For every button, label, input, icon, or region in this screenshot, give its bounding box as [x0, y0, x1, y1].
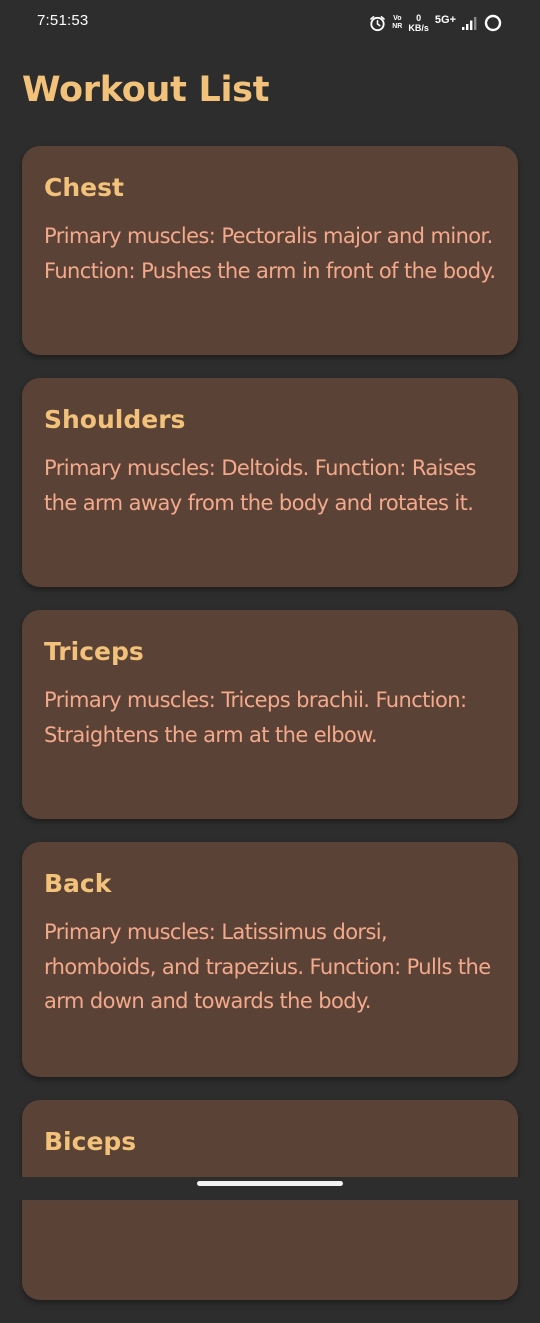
workout-list: Chest Primary muscles: Pectoralis major …: [22, 146, 518, 1323]
home-indicator[interactable]: [197, 1181, 343, 1186]
alarm-icon: [369, 15, 386, 32]
workout-description: Primary muscles: Deltoids. Function: Rai…: [44, 456, 477, 515]
workout-title: Shoulders: [44, 405, 186, 434]
speed-value: 0: [416, 13, 422, 23]
speed-unit: KB/s: [408, 23, 429, 33]
status-bar: 7:51:53 Vo NR 0 KB/s 5G+: [0, 0, 540, 46]
workout-description: Primary muscles: Pectoralis major and mi…: [44, 224, 496, 283]
status-icons: Vo NR 0 KB/s 5G+: [369, 10, 502, 36]
workout-title: Back: [44, 869, 112, 898]
workout-card-back[interactable]: Back Primary muscles: Latissimus dorsi, …: [22, 842, 518, 1077]
workout-description: Primary muscles: Triceps brachii. Functi…: [44, 688, 467, 747]
network-speed: 0 KB/s: [408, 13, 429, 33]
workout-title: Chest: [44, 173, 124, 202]
workout-card-shoulders[interactable]: Shoulders Primary muscles: Deltoids. Fun…: [22, 378, 518, 587]
status-time: 7:51:53: [37, 12, 89, 29]
workout-card-biceps[interactable]: Biceps: [22, 1100, 518, 1300]
workout-title: Triceps: [44, 637, 144, 666]
circle-icon: [484, 14, 502, 32]
network-type: 5G+: [434, 14, 456, 26]
workout-card-chest[interactable]: Chest Primary muscles: Pectoralis major …: [22, 146, 518, 355]
volte-top-label: Vo: [393, 15, 402, 22]
volte-indicator: Vo NR: [392, 15, 402, 31]
workout-title: Biceps: [44, 1127, 137, 1156]
page-title: Workout List: [22, 70, 270, 110]
workout-description: Primary muscles: Latissimus dorsi, rhomb…: [44, 920, 491, 1013]
signal-icon: [462, 16, 478, 30]
workout-card-triceps[interactable]: Triceps Primary muscles: Triceps brachii…: [22, 610, 518, 819]
volte-bottom-label: NR: [392, 23, 403, 30]
